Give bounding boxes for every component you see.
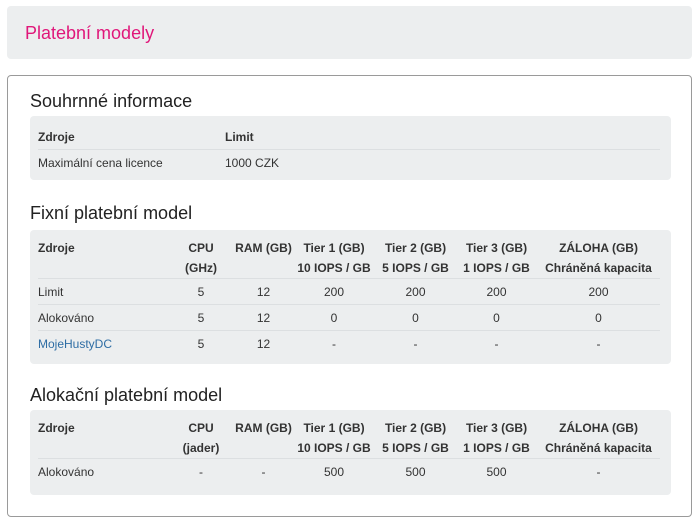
- fixed-table: Zdroje CPU RAM (GB) Tier 1 (GB) Tier 2 (…: [38, 238, 660, 356]
- col-subheader-cpu: (GHz): [185, 261, 217, 275]
- col-subheader: [234, 438, 293, 459]
- summary-cell: 1000 CZK: [225, 149, 660, 175]
- summary-cell: Maximální cena licence: [38, 149, 225, 175]
- col-header-backup: ZÁLOHA (GB): [559, 421, 638, 435]
- row-label: Limit: [38, 278, 168, 305]
- col-subheader-tier1: 10 IOPS / GB: [297, 261, 371, 275]
- fixed-table-box: Zdroje CPU RAM (GB) Tier 1 (GB) Tier 2 (…: [30, 230, 671, 364]
- col-subheader-tier3: 1 IOPS / GB: [463, 261, 530, 275]
- col-header-cpu: CPU: [188, 241, 214, 255]
- col-subheader-tier2: 5 IOPS / GB: [382, 261, 449, 275]
- col-header-tier2: Tier 2 (GB): [384, 241, 447, 255]
- col-header-tier3: Tier 3 (GB): [465, 421, 528, 435]
- cell: 200: [293, 278, 375, 305]
- col-header-resources: Zdroje: [38, 421, 75, 435]
- col-header-resources: Zdroje: [38, 241, 75, 255]
- summary-header-resources: Zdroje: [38, 129, 75, 144]
- cell: 200: [375, 278, 456, 305]
- summary-table-box: Zdroje Limit Maximální cena licence 1000…: [30, 116, 671, 180]
- cell: 5: [168, 278, 234, 305]
- page-title: Platební modely: [25, 23, 155, 43]
- cell: -: [293, 330, 375, 356]
- col-header-tier3: Tier 3 (GB): [465, 241, 528, 255]
- cell: -: [537, 330, 660, 356]
- table-row: Alokováno - - 500 500 500 -: [38, 458, 660, 484]
- cell: -: [456, 330, 537, 356]
- cell: 0: [456, 304, 537, 331]
- main-panel: Souhrnné informace Zdroje Limit Maximáln…: [7, 75, 692, 517]
- table-row: Alokováno 5 12 0 0 0 0: [38, 304, 660, 331]
- cell: 200: [456, 278, 537, 305]
- summary-table: Zdroje Limit Maximální cena licence 1000…: [38, 124, 660, 175]
- col-header-tier1: Tier 1 (GB): [303, 241, 365, 255]
- col-header-ram: RAM (GB): [235, 241, 292, 255]
- table-row: Maximální cena licence 1000 CZK: [38, 149, 660, 175]
- cell: 500: [456, 458, 537, 484]
- col-subheader-tier2: 5 IOPS / GB: [382, 441, 449, 455]
- cell: 500: [293, 458, 375, 484]
- cell: 5: [168, 304, 234, 331]
- col-header-tier2: Tier 2 (GB): [384, 421, 447, 435]
- table-row: MojeHustyDC 5 12 - - - -: [38, 330, 660, 356]
- col-subheader: [38, 258, 168, 279]
- col-header-ram: RAM (GB): [235, 421, 292, 435]
- allocation-table: Zdroje CPU RAM (GB) Tier 1 (GB) Tier 2 (…: [38, 418, 660, 484]
- col-header-tier1: Tier 1 (GB): [303, 421, 365, 435]
- allocation-title: Alokační platební model: [30, 385, 223, 405]
- cell: 12: [234, 278, 293, 305]
- col-header-backup: ZÁLOHA (GB): [559, 241, 638, 255]
- allocation-table-box: Zdroje CPU RAM (GB) Tier 1 (GB) Tier 2 (…: [30, 410, 671, 495]
- fixed-title: Fixní platební model: [30, 203, 193, 223]
- cell: 5: [168, 330, 234, 356]
- summary-header-limit: Limit: [225, 129, 254, 144]
- col-subheader-backup: Chráněná kapacita: [545, 261, 652, 275]
- cell: -: [234, 458, 293, 484]
- cell: 12: [234, 330, 293, 356]
- datacenter-link[interactable]: MojeHustyDC: [38, 337, 112, 351]
- summary-title: Souhrnné informace: [30, 91, 193, 111]
- table-row: Limit 5 12 200 200 200 200: [38, 278, 660, 305]
- row-label: Alokováno: [38, 458, 168, 484]
- col-subheader: [234, 258, 293, 279]
- cell: -: [168, 458, 234, 484]
- page-header: Platební modely: [7, 6, 692, 59]
- cell: 200: [537, 278, 660, 305]
- cell: 0: [293, 304, 375, 331]
- cell: 0: [537, 304, 660, 331]
- cell: 0: [375, 304, 456, 331]
- col-subheader-tier1: 10 IOPS / GB: [297, 441, 371, 455]
- col-header-cpu: CPU: [188, 421, 214, 435]
- cell: -: [537, 458, 660, 484]
- cell: -: [375, 330, 456, 356]
- col-subheader-tier3: 1 IOPS / GB: [463, 441, 530, 455]
- col-subheader: [38, 438, 168, 459]
- row-label: Alokováno: [38, 304, 168, 331]
- col-subheader-cpu: (jader): [182, 441, 220, 455]
- cell: 12: [234, 304, 293, 331]
- col-subheader-backup: Chráněná kapacita: [545, 441, 652, 455]
- cell: 500: [375, 458, 456, 484]
